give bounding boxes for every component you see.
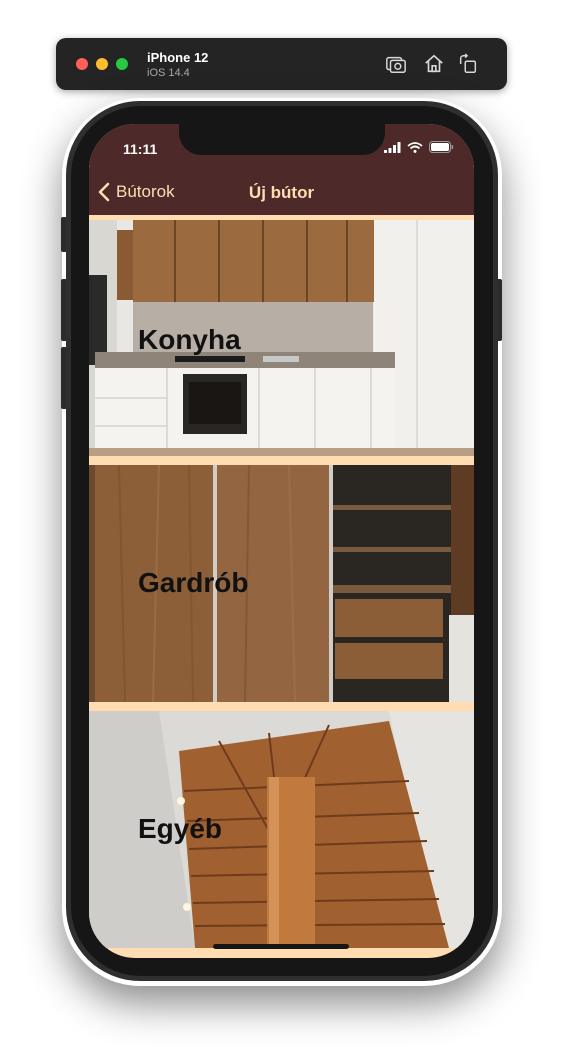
category-tile-konyha[interactable]: Konyha [89, 220, 474, 456]
simulator-os-version: iOS 14.4 [147, 67, 190, 79]
status-icons [384, 141, 454, 153]
signal-icon [384, 141, 401, 153]
home-icon[interactable] [422, 52, 446, 76]
wifi-icon [407, 141, 423, 153]
close-window-button[interactable] [76, 58, 88, 70]
category-label: Egyéb [138, 813, 223, 844]
rotate-icon[interactable] [456, 52, 480, 76]
simulator-title-bar: iPhone 12 iOS 14.4 [56, 38, 507, 90]
category-tile-gardrob[interactable]: Gardrób [89, 465, 474, 702]
battery-icon [429, 141, 454, 153]
home-indicator[interactable] [213, 944, 349, 949]
notch [179, 124, 385, 155]
screenshot-icon[interactable] [384, 52, 408, 76]
category-label: Gardrób [138, 567, 249, 598]
phone-screen: 11:11 Bútorok Új bútor Konyha Gardrób Eg… [89, 124, 474, 958]
minimize-window-button[interactable] [96, 58, 108, 70]
status-time: 11:11 [123, 141, 158, 157]
category-label: Konyha [138, 324, 241, 355]
zoom-window-button[interactable] [116, 58, 128, 70]
page-title: Új bútor [248, 183, 315, 202]
category-tile-egyeb[interactable]: Egyéb [89, 711, 474, 948]
simulator-device-name: iPhone 12 [147, 50, 209, 65]
navigation-header: 11:11 Bútorok Új bútor [89, 124, 474, 215]
